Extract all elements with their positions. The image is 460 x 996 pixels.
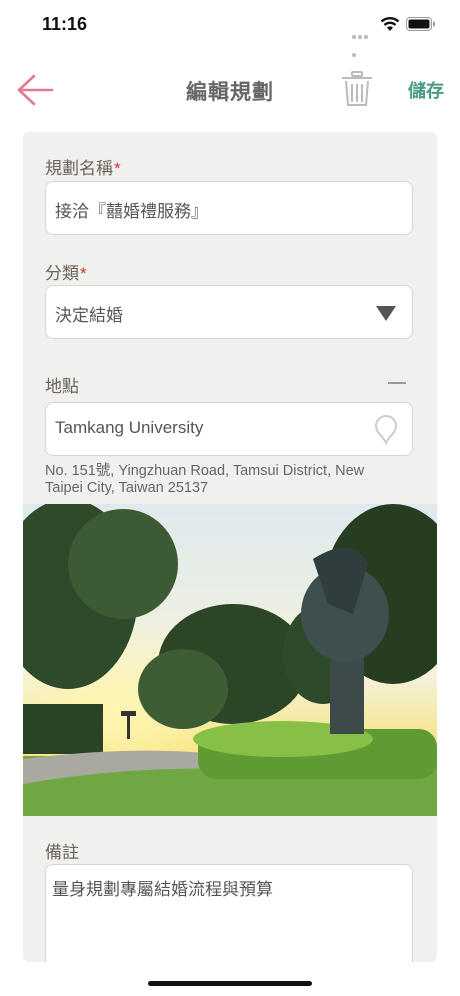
home-indicator[interactable] [148,981,312,986]
notes-textarea[interactable]: 量身規劃專屬結婚流程與預算 [45,864,413,962]
plan-name-value: 接洽『囍婚禮服務』 [55,202,208,221]
trash-icon[interactable] [340,70,374,108]
collapse-dash-icon[interactable] [388,382,406,384]
notes-label: 備註 [45,843,79,862]
location-photo [23,504,437,816]
battery-icon [406,17,435,31]
save-button[interactable]: 儲存 [408,77,444,103]
category-label: 分類* [45,259,87,284]
required-marker: * [114,159,121,178]
name-label: 規劃名稱* [45,154,121,179]
name-label-text: 規劃名稱 [45,159,113,178]
required-marker: * [80,264,87,283]
map-pin-icon[interactable] [374,415,398,445]
form-card: 規劃名稱* 接洽『囍婚禮服務』 分類* 決定結婚 地點 Tamkang Univ… [23,132,437,962]
signal-dots-icon [352,26,374,57]
plan-name-field[interactable]: 接洽『囍婚禮服務』 [45,181,413,235]
location-field[interactable]: Tamkang University [45,402,413,456]
location-value: Tamkang University [55,418,204,437]
notes-value: 量身規劃專屬結婚流程與預算 [52,880,273,899]
category-value: 決定結婚 [55,306,123,325]
status-time: 11:16 [42,14,88,34]
page-title: 編輯規劃 [186,81,274,104]
wifi-icon [380,17,400,31]
category-label-text: 分類 [45,264,79,283]
location-label: 地點 [45,377,79,396]
location-address: No. 151號, Yingzhuan Road, Tamsui Distric… [45,463,365,496]
navigation-bar: 編輯規劃 儲存 [0,60,460,120]
category-select[interactable]: 決定結婚 [45,285,413,339]
dropdown-triangle-icon [376,306,396,321]
status-bar: 11:16 [0,0,460,57]
